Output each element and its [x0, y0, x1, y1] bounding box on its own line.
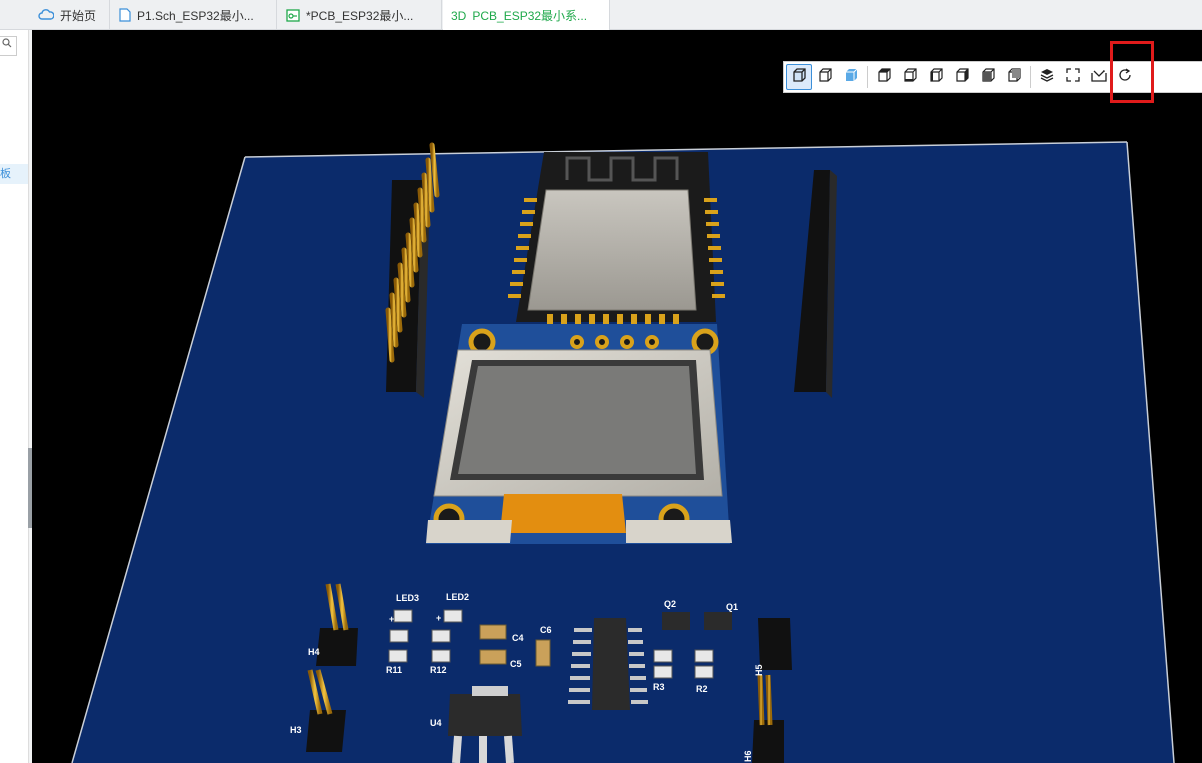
layers-icon [1039, 67, 1055, 88]
label-r2: R2 [696, 684, 708, 694]
export-icon [1090, 67, 1108, 88]
tab-label: PCB_ESP32最小系... [472, 9, 588, 23]
tab-pcb[interactable]: *PCB_ESP32最小... [278, 0, 442, 30]
front-view-button[interactable] [975, 64, 1001, 90]
right-view-button[interactable] [949, 64, 975, 90]
top-view-button[interactable] [871, 64, 897, 90]
toolbar-divider [1030, 66, 1031, 88]
label-q2: Q2 [664, 599, 676, 609]
label-h4: H4 [308, 647, 320, 657]
label-h6: H6 [743, 750, 753, 762]
top-view-icon [876, 67, 892, 88]
export-button[interactable] [1086, 64, 1112, 90]
transparent-view-button[interactable] [838, 64, 864, 90]
label-c5: C5 [510, 659, 522, 669]
toolbar-divider [867, 66, 868, 88]
layers-button[interactable] [1034, 64, 1060, 90]
label-h3: H3 [290, 725, 302, 735]
3d-viewport[interactable]: LED3 LED2 + + Q2 Q1 C6 C4 C5 R11 R12 R3 … [32, 30, 1202, 763]
3d-icon: 3D [451, 8, 467, 23]
solid-view-button[interactable] [786, 64, 812, 90]
pcb-doc-icon [286, 8, 300, 22]
oled-display-module [426, 324, 732, 544]
fit-view-button[interactable] [1060, 64, 1086, 90]
label-r11: R11 [386, 665, 402, 675]
search-input[interactable] [0, 36, 17, 56]
left-view-icon [928, 67, 944, 88]
left-view-button[interactable] [923, 64, 949, 90]
label-plus-1: + [389, 614, 394, 624]
label-h5: H5 [754, 664, 764, 676]
fit-view-icon [1065, 67, 1081, 88]
label-led2: LED2 [446, 592, 469, 602]
label-c6: C6 [540, 625, 552, 635]
pcb-3d-render: LED3 LED2 + + Q2 Q1 C6 C4 C5 R11 R12 R3 … [71, 139, 1175, 763]
esp32-module [508, 152, 725, 326]
wireframe-view-icon [817, 67, 833, 88]
cloud-icon [38, 9, 54, 21]
label-c4: C4 [512, 633, 524, 643]
tab-label: P1.Sch_ESP32最小... [137, 8, 254, 23]
label-plus-2: + [436, 613, 441, 623]
label-q1: Q1 [726, 602, 738, 612]
back-view-icon [1006, 67, 1022, 88]
transparent-view-icon [843, 67, 859, 88]
solid-view-icon [791, 67, 807, 88]
tab-label: 开始页 [60, 8, 97, 23]
tab-schematic[interactable]: P1.Sch_ESP32最小... [111, 0, 277, 30]
search-icon [2, 38, 12, 51]
tab-bar: 开始页 P1.Sch_ESP32最小... *PCB_ESP32最小... 3D… [0, 0, 1202, 31]
bottom-view-icon [902, 67, 918, 88]
schematic-doc-icon [119, 8, 131, 22]
bottom-view-button[interactable] [897, 64, 923, 90]
label-r12: R12 [430, 665, 447, 675]
highlight-box [1110, 41, 1154, 103]
tab-start-page[interactable]: 开始页 [30, 0, 110, 30]
tab-label: *PCB_ESP32最小... [306, 8, 414, 23]
label-u4: U4 [430, 718, 442, 728]
label-led3: LED3 [396, 593, 419, 603]
left-panel: 板 [0, 30, 28, 763]
front-view-icon [980, 67, 996, 88]
tab-3d-view[interactable]: 3D PCB_ESP32最小系... [443, 0, 610, 31]
wireframe-view-button[interactable] [812, 64, 838, 90]
label-r3: R3 [653, 682, 665, 692]
left-panel-selected-item[interactable]: 板 [0, 164, 28, 184]
back-view-button[interactable] [1001, 64, 1027, 90]
right-view-icon [954, 67, 970, 88]
